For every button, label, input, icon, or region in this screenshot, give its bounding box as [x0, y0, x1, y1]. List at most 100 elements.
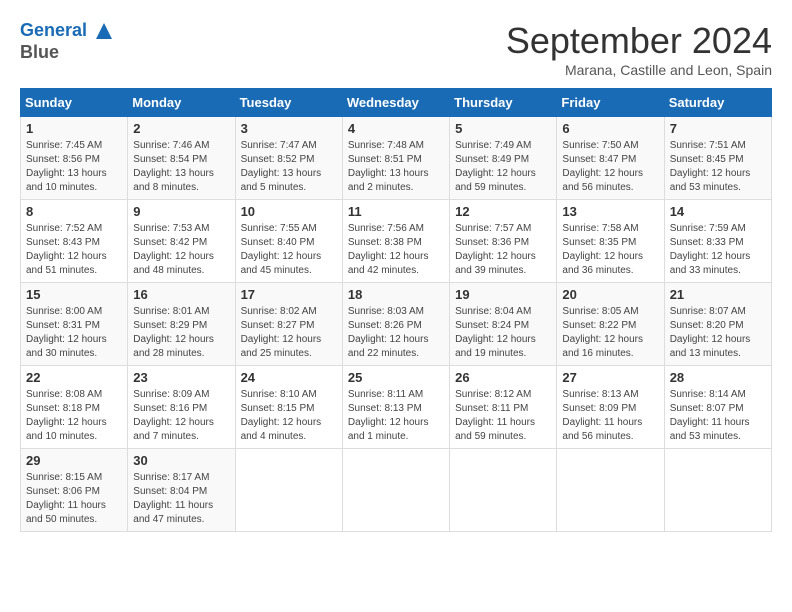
day-info: Sunrise: 8:03 AMSunset: 8:26 PMDaylight:…	[348, 305, 444, 361]
calendar-week-row: 15 Sunrise: 8:00 AMSunset: 8:31 PMDaylig…	[21, 283, 772, 366]
calendar-cell: 20 Sunrise: 8:05 AMSunset: 8:22 PMDaylig…	[557, 283, 664, 366]
calendar-cell: 21 Sunrise: 8:07 AMSunset: 8:20 PMDaylig…	[664, 283, 771, 366]
calendar-cell: 30 Sunrise: 8:17 AMSunset: 8:04 PMDaylig…	[128, 449, 235, 532]
calendar-cell: 13 Sunrise: 7:58 AMSunset: 8:35 PMDaylig…	[557, 200, 664, 283]
calendar-cell: 28 Sunrise: 8:14 AMSunset: 8:07 PMDaylig…	[664, 366, 771, 449]
day-number: 22	[26, 370, 122, 385]
calendar-cell: 6 Sunrise: 7:50 AMSunset: 8:47 PMDayligh…	[557, 117, 664, 200]
day-number: 6	[562, 121, 658, 136]
page-header: General Blue September 2024 Marana, Cast…	[20, 20, 772, 78]
calendar-cell: 12 Sunrise: 7:57 AMSunset: 8:36 PMDaylig…	[450, 200, 557, 283]
day-info: Sunrise: 7:57 AMSunset: 8:36 PMDaylight:…	[455, 222, 551, 278]
day-info: Sunrise: 8:01 AMSunset: 8:29 PMDaylight:…	[133, 305, 229, 361]
day-info: Sunrise: 7:53 AMSunset: 8:42 PMDaylight:…	[133, 222, 229, 278]
day-info: Sunrise: 8:10 AMSunset: 8:15 PMDaylight:…	[241, 388, 337, 444]
day-number: 18	[348, 287, 444, 302]
day-number: 2	[133, 121, 229, 136]
day-number: 24	[241, 370, 337, 385]
calendar-cell: 17 Sunrise: 8:02 AMSunset: 8:27 PMDaylig…	[235, 283, 342, 366]
day-info: Sunrise: 8:12 AMSunset: 8:11 PMDaylight:…	[455, 388, 551, 444]
day-number: 23	[133, 370, 229, 385]
day-number: 19	[455, 287, 551, 302]
calendar-cell: 3 Sunrise: 7:47 AMSunset: 8:52 PMDayligh…	[235, 117, 342, 200]
calendar-cell	[342, 449, 449, 532]
day-info: Sunrise: 7:46 AMSunset: 8:54 PMDaylight:…	[133, 139, 229, 195]
calendar-cell	[235, 449, 342, 532]
day-number: 3	[241, 121, 337, 136]
day-info: Sunrise: 7:55 AMSunset: 8:40 PMDaylight:…	[241, 222, 337, 278]
calendar-cell: 1 Sunrise: 7:45 AMSunset: 8:56 PMDayligh…	[21, 117, 128, 200]
day-header-monday: Monday	[128, 89, 235, 117]
calendar-cell: 4 Sunrise: 7:48 AMSunset: 8:51 PMDayligh…	[342, 117, 449, 200]
calendar-week-row: 29 Sunrise: 8:15 AMSunset: 8:06 PMDaylig…	[21, 449, 772, 532]
day-info: Sunrise: 7:58 AMSunset: 8:35 PMDaylight:…	[562, 222, 658, 278]
day-header-saturday: Saturday	[664, 89, 771, 117]
calendar-cell: 8 Sunrise: 7:52 AMSunset: 8:43 PMDayligh…	[21, 200, 128, 283]
days-header-row: SundayMondayTuesdayWednesdayThursdayFrid…	[21, 89, 772, 117]
calendar-cell: 5 Sunrise: 7:49 AMSunset: 8:49 PMDayligh…	[450, 117, 557, 200]
day-header-thursday: Thursday	[450, 89, 557, 117]
day-info: Sunrise: 8:02 AMSunset: 8:27 PMDaylight:…	[241, 305, 337, 361]
calendar-cell: 10 Sunrise: 7:55 AMSunset: 8:40 PMDaylig…	[235, 200, 342, 283]
day-info: Sunrise: 8:14 AMSunset: 8:07 PMDaylight:…	[670, 388, 766, 444]
day-number: 8	[26, 204, 122, 219]
day-number: 7	[670, 121, 766, 136]
day-number: 5	[455, 121, 551, 136]
calendar-cell: 18 Sunrise: 8:03 AMSunset: 8:26 PMDaylig…	[342, 283, 449, 366]
day-info: Sunrise: 7:59 AMSunset: 8:33 PMDaylight:…	[670, 222, 766, 278]
day-header-friday: Friday	[557, 89, 664, 117]
day-number: 17	[241, 287, 337, 302]
day-info: Sunrise: 7:50 AMSunset: 8:47 PMDaylight:…	[562, 139, 658, 195]
calendar-cell: 9 Sunrise: 7:53 AMSunset: 8:42 PMDayligh…	[128, 200, 235, 283]
day-number: 30	[133, 453, 229, 468]
day-number: 11	[348, 204, 444, 219]
day-header-tuesday: Tuesday	[235, 89, 342, 117]
day-info: Sunrise: 7:48 AMSunset: 8:51 PMDaylight:…	[348, 139, 444, 195]
title-block: September 2024 Marana, Castille and Leon…	[506, 20, 772, 78]
calendar-week-row: 22 Sunrise: 8:08 AMSunset: 8:18 PMDaylig…	[21, 366, 772, 449]
day-number: 27	[562, 370, 658, 385]
day-number: 25	[348, 370, 444, 385]
day-info: Sunrise: 7:51 AMSunset: 8:45 PMDaylight:…	[670, 139, 766, 195]
day-number: 13	[562, 204, 658, 219]
day-number: 9	[133, 204, 229, 219]
calendar-cell: 19 Sunrise: 8:04 AMSunset: 8:24 PMDaylig…	[450, 283, 557, 366]
day-info: Sunrise: 8:09 AMSunset: 8:16 PMDaylight:…	[133, 388, 229, 444]
day-info: Sunrise: 8:15 AMSunset: 8:06 PMDaylight:…	[26, 471, 122, 527]
month-title: September 2024	[506, 20, 772, 62]
day-header-wednesday: Wednesday	[342, 89, 449, 117]
calendar-cell	[664, 449, 771, 532]
calendar-table: SundayMondayTuesdayWednesdayThursdayFrid…	[20, 88, 772, 532]
day-info: Sunrise: 8:17 AMSunset: 8:04 PMDaylight:…	[133, 471, 229, 527]
calendar-cell	[557, 449, 664, 532]
day-info: Sunrise: 7:56 AMSunset: 8:38 PMDaylight:…	[348, 222, 444, 278]
calendar-cell: 2 Sunrise: 7:46 AMSunset: 8:54 PMDayligh…	[128, 117, 235, 200]
day-number: 14	[670, 204, 766, 219]
location: Marana, Castille and Leon, Spain	[506, 62, 772, 78]
day-number: 15	[26, 287, 122, 302]
day-number: 26	[455, 370, 551, 385]
day-number: 16	[133, 287, 229, 302]
calendar-cell: 27 Sunrise: 8:13 AMSunset: 8:09 PMDaylig…	[557, 366, 664, 449]
day-info: Sunrise: 8:05 AMSunset: 8:22 PMDaylight:…	[562, 305, 658, 361]
day-number: 10	[241, 204, 337, 219]
day-number: 1	[26, 121, 122, 136]
day-number: 29	[26, 453, 122, 468]
calendar-cell: 14 Sunrise: 7:59 AMSunset: 8:33 PMDaylig…	[664, 200, 771, 283]
calendar-cell: 22 Sunrise: 8:08 AMSunset: 8:18 PMDaylig…	[21, 366, 128, 449]
day-info: Sunrise: 8:07 AMSunset: 8:20 PMDaylight:…	[670, 305, 766, 361]
day-number: 20	[562, 287, 658, 302]
calendar-cell: 29 Sunrise: 8:15 AMSunset: 8:06 PMDaylig…	[21, 449, 128, 532]
day-info: Sunrise: 8:13 AMSunset: 8:09 PMDaylight:…	[562, 388, 658, 444]
day-info: Sunrise: 8:04 AMSunset: 8:24 PMDaylight:…	[455, 305, 551, 361]
day-info: Sunrise: 7:49 AMSunset: 8:49 PMDaylight:…	[455, 139, 551, 195]
calendar-cell: 24 Sunrise: 8:10 AMSunset: 8:15 PMDaylig…	[235, 366, 342, 449]
calendar-cell: 26 Sunrise: 8:12 AMSunset: 8:11 PMDaylig…	[450, 366, 557, 449]
day-info: Sunrise: 7:52 AMSunset: 8:43 PMDaylight:…	[26, 222, 122, 278]
day-header-sunday: Sunday	[21, 89, 128, 117]
day-info: Sunrise: 8:00 AMSunset: 8:31 PMDaylight:…	[26, 305, 122, 361]
calendar-cell: 15 Sunrise: 8:00 AMSunset: 8:31 PMDaylig…	[21, 283, 128, 366]
logo-text: General Blue	[20, 20, 114, 63]
day-info: Sunrise: 7:47 AMSunset: 8:52 PMDaylight:…	[241, 139, 337, 195]
day-number: 28	[670, 370, 766, 385]
